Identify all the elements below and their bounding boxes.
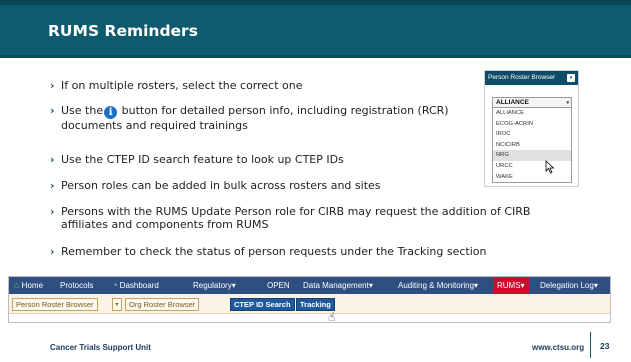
chevron-right-icon: › xyxy=(50,245,55,258)
footer-organization: Cancer Trials Support Unit xyxy=(50,343,151,352)
nav-item-home[interactable]: ⌂ Home xyxy=(14,277,43,294)
nav-item-data-management[interactable]: Data Management▾ xyxy=(303,277,373,294)
roster-option[interactable]: NCICIRB xyxy=(493,140,571,151)
title-banner: RUMS Reminders xyxy=(0,0,631,58)
footer-url: www.ctsu.org xyxy=(532,343,585,352)
footer-divider xyxy=(590,332,591,358)
slide: RUMS Reminders › If on multiple rosters,… xyxy=(0,0,631,362)
dropdown-caret-icon: ▾ xyxy=(593,281,598,290)
page-number: 23 xyxy=(600,341,610,351)
nav-item-label: Data Management xyxy=(303,281,369,290)
nav-item-protocols[interactable]: Protocols xyxy=(60,277,93,294)
bullet-text: Remember to check the status of person r… xyxy=(61,245,487,258)
nav-item-dashboard[interactable]: ◔ Dashboard xyxy=(112,277,159,294)
roster-option[interactable]: WAKE xyxy=(493,172,571,183)
roster-options-list: ALLIANCE ECOG-ACRIN IROC NCICIRB NRG URC… xyxy=(492,108,572,184)
roster-panel-header[interactable]: Person Roster Browser ▾ xyxy=(485,71,578,85)
bullet-text: Use the CTEP ID search feature to look u… xyxy=(61,153,344,166)
roster-option[interactable]: ECOG-ACRIN xyxy=(493,119,571,130)
dropdown-caret-icon: ▾ xyxy=(368,281,373,290)
hand-cursor-icon: ☝ xyxy=(328,310,336,324)
bullet-text: Persons with the RUMS Update Person role… xyxy=(61,205,531,231)
banner-bottom-stripe xyxy=(0,55,631,58)
banner-top-stripe xyxy=(0,0,631,5)
tab-org-roster-browser[interactable]: Org Roster Browser xyxy=(125,298,200,311)
nav-item-label: Home xyxy=(21,281,44,290)
nav-item-label: Delegation Log xyxy=(540,281,594,290)
mouse-pointer-icon xyxy=(545,160,555,174)
chevron-right-icon: › xyxy=(50,79,55,92)
bullet-text: Person roles can be added in bulk across… xyxy=(61,179,381,192)
bullet-item: › If on multiple rosters, select the cor… xyxy=(50,79,470,92)
nav-item-auditing-monitoring[interactable]: Auditing & Monitoring▾ xyxy=(398,277,478,294)
roster-option-highlighted[interactable]: NRG xyxy=(493,150,571,161)
bullet-text: If on multiple rosters, select the corre… xyxy=(61,79,303,92)
bullet-item: › Persons with the RUMS Update Person ro… xyxy=(50,205,580,231)
nav-item-open[interactable]: OPEN xyxy=(267,277,290,294)
nav-item-rums[interactable]: RUMS▾ xyxy=(493,277,529,294)
info-icon: i xyxy=(104,106,118,119)
bullet-item: › Person roles can be added in bulk acro… xyxy=(50,179,470,192)
nav-item-label: Regulatory xyxy=(193,281,232,290)
bullet-rest: button for detailed person info, includi… xyxy=(61,104,449,132)
nav-item-label: Dashboard xyxy=(119,281,159,290)
roster-select-value: ALLIANCE xyxy=(496,99,529,106)
bullet-text: Use the i button for detailed person info… xyxy=(50,104,462,132)
rums-sub-nav: Person Roster Browser ▾ Org Roster Brows… xyxy=(9,294,610,314)
tab-ctep-id-search[interactable]: CTEP ID Search xyxy=(230,298,295,311)
roster-option[interactable]: IROC xyxy=(493,129,571,140)
dropdown-caret-icon[interactable]: ▾ xyxy=(567,74,575,82)
roster-option[interactable]: URCC xyxy=(493,161,571,172)
dropdown-caret-icon: ▾ xyxy=(474,281,479,290)
bullet-item: › Remember to check the status of person… xyxy=(50,245,590,258)
chevron-right-icon: › xyxy=(50,153,55,166)
chevron-down-icon: ▾ xyxy=(566,100,569,106)
home-icon: ⌂ xyxy=(14,280,20,290)
roster-select[interactable]: ALLIANCE ▾ xyxy=(492,97,572,108)
chevron-right-icon: › xyxy=(50,205,55,218)
person-roster-browser-panel: Person Roster Browser ▾ ALLIANCE ▾ ALLIA… xyxy=(484,70,579,187)
roster-panel-title: Person Roster Browser xyxy=(488,74,556,81)
bullet-item: › Use the CTEP ID search feature to look… xyxy=(50,153,470,166)
chevron-right-icon: › xyxy=(50,104,55,117)
nav-item-label: RUMS xyxy=(497,281,521,290)
nav-item-label: Protocols xyxy=(60,281,94,290)
nav-item-delegation-log[interactable]: Delegation Log▾ xyxy=(540,277,598,294)
dropdown-caret-icon[interactable]: ▾ xyxy=(112,298,122,311)
nav-item-label: OPEN xyxy=(267,281,290,290)
dropdown-caret-icon: ▾ xyxy=(520,281,525,290)
slide-title: RUMS Reminders xyxy=(48,22,198,40)
dashboard-icon: ◔ xyxy=(112,280,118,290)
tab-person-roster-browser[interactable]: Person Roster Browser xyxy=(12,298,98,311)
bullet-item: › Use the i button for detailed person in… xyxy=(50,104,462,132)
main-nav-bar: ⌂ Home Protocols ◔ Dashboard Regulatory▾… xyxy=(9,277,610,294)
nav-item-label: Auditing & Monitoring xyxy=(398,281,475,290)
roster-option[interactable]: ALLIANCE xyxy=(493,108,571,119)
bullet-prefix: Use the xyxy=(61,104,104,117)
ctsu-navigation-screenshot: ⌂ Home Protocols ◔ Dashboard Regulatory▾… xyxy=(8,276,611,323)
dropdown-caret-icon: ▾ xyxy=(231,281,236,290)
nav-item-regulatory[interactable]: Regulatory▾ xyxy=(193,277,236,294)
chevron-right-icon: › xyxy=(50,179,55,192)
